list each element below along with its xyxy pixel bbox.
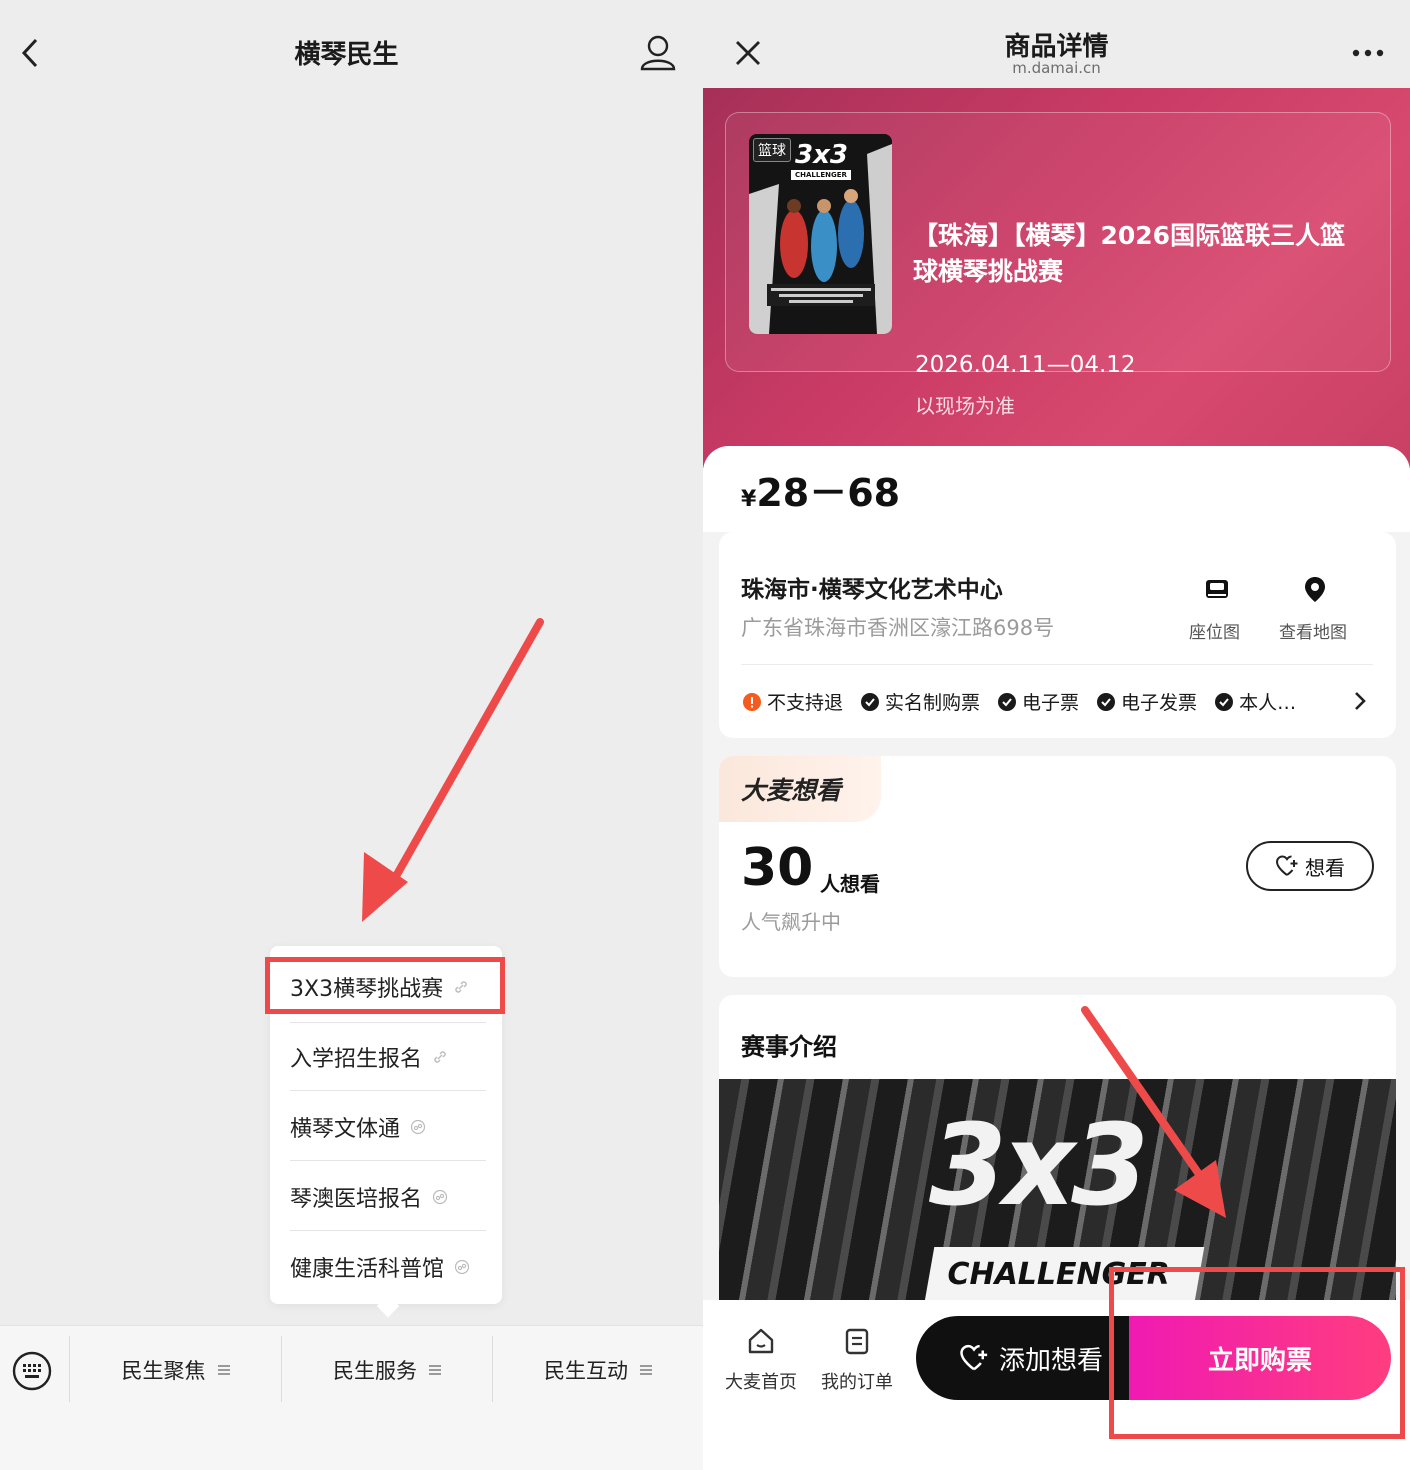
ticket-policy-tags[interactable]: 不支持退 实名制购票 电子票 电子发票 本人… xyxy=(743,688,1373,715)
user-profile-icon[interactable] xyxy=(638,34,678,72)
policy-tag-e-ticket: 电子票 xyxy=(998,688,1079,715)
divider xyxy=(741,664,1373,665)
nav-damai-home[interactable]: 大麦首页 xyxy=(716,1326,806,1396)
event-title: 【珠海】【横琴】2026国际篮联三人篮球横琴挑战赛 xyxy=(913,221,1346,286)
want-to-see-button[interactable]: 想看 xyxy=(1246,841,1374,891)
heart-plus-icon xyxy=(960,1344,988,1371)
policy-tag-self: 本人… xyxy=(1215,688,1296,715)
order-list-icon xyxy=(845,1328,869,1355)
wechat-official-account-panel: 横琴民生 3X3横琴挑战赛 入学招生报名 横琴文体通 琴澳医培报名 健康生活科普… xyxy=(0,0,703,1470)
map-pin-icon[interactable] xyxy=(1300,574,1330,604)
heart-plus-icon xyxy=(1275,855,1298,876)
want-count-unit: 人想看 xyxy=(820,872,880,896)
event-intro-title: 赛事介绍 xyxy=(741,1033,837,1061)
divider xyxy=(290,1230,486,1231)
check-icon xyxy=(1215,692,1234,711)
submenu-item-health-science[interactable]: 健康生活科普馆 xyxy=(290,1232,485,1302)
seat-map-label[interactable]: 座位图 xyxy=(1189,618,1240,643)
nav-my-orders[interactable]: 我的订单 xyxy=(812,1326,902,1396)
menu-tab-livelihood-focus[interactable]: 民生聚焦 xyxy=(70,1342,281,1398)
hamburger-icon xyxy=(217,1365,230,1375)
page-title: 商品详情 xyxy=(1004,32,1109,62)
keyboard-icon[interactable] xyxy=(12,1351,52,1391)
policy-tag-e-invoice: 电子发票 xyxy=(1097,688,1197,715)
submenu-item-sports-culture[interactable]: 横琴文体通 xyxy=(290,1092,485,1162)
submenu-item-enrollment[interactable]: 入学招生报名 xyxy=(290,1022,485,1092)
mini-program-icon xyxy=(432,1189,448,1205)
hamburger-icon xyxy=(640,1365,652,1375)
poster-logo-text: 3x3 xyxy=(795,140,848,170)
highlight-annotation-box xyxy=(1109,1267,1405,1439)
seat-map-icon[interactable] xyxy=(1202,574,1232,604)
hamburger-icon xyxy=(429,1365,441,1375)
home-icon xyxy=(748,1328,774,1354)
venue-address: 广东省珠海市香洲区濠江路698号 xyxy=(741,616,1055,640)
damai-product-detail-panel: 商品详情 m.damai.cn 篮球 3x3 CHALLENGER 【珠海】【横… xyxy=(703,0,1410,1470)
divider xyxy=(290,1160,486,1161)
event-poster-image[interactable]: 篮球 3x3 CHALLENGER xyxy=(749,134,892,334)
policy-tag-real-name: 实名制购票 xyxy=(861,688,980,715)
highlight-annotation-box xyxy=(265,957,505,1014)
link-icon xyxy=(434,1051,446,1063)
mini-program-icon xyxy=(454,1259,470,1275)
poster-category-tag: 篮球 xyxy=(753,138,791,162)
chevron-right-icon[interactable] xyxy=(1353,690,1367,712)
want-to-see-badge: 大麦想看 xyxy=(719,756,881,822)
price-range: ¥28－68 xyxy=(741,471,901,515)
page-url: m.damai.cn xyxy=(1012,59,1101,77)
check-icon xyxy=(998,692,1017,711)
popularity-trend: 人气飙升中 xyxy=(741,910,841,934)
official-account-menu-bar: 民生聚焦 民生服务 民生互动 xyxy=(0,1325,703,1470)
check-icon xyxy=(861,692,880,711)
event-date: 2026.04.11—04.12 xyxy=(915,352,1136,378)
event-date-note: 以现场为准 xyxy=(915,394,1015,418)
more-options-icon[interactable] xyxy=(1351,48,1385,58)
warning-icon xyxy=(743,692,761,711)
check-icon xyxy=(1097,692,1116,711)
policy-tag-no-refund: 不支持退 xyxy=(743,688,843,715)
account-title: 横琴民生 xyxy=(294,40,399,70)
menu-tab-livelihood-interaction[interactable]: 民生互动 xyxy=(493,1342,703,1398)
venue-name[interactable]: 珠海市·横琴文化艺术中心 xyxy=(741,570,1003,604)
poster-sub-text: CHALLENGER xyxy=(791,170,851,180)
menu-tab-livelihood-service[interactable]: 民生服务 xyxy=(282,1342,492,1398)
want-count: 30 xyxy=(741,838,814,898)
divider xyxy=(290,1090,486,1091)
submenu-item-medical-training[interactable]: 琴澳医培报名 xyxy=(290,1162,485,1232)
view-map-label[interactable]: 查看地图 xyxy=(1279,618,1347,643)
intro-image-logo-text: 3x3 xyxy=(929,1101,1149,1231)
mini-program-icon xyxy=(410,1119,426,1135)
